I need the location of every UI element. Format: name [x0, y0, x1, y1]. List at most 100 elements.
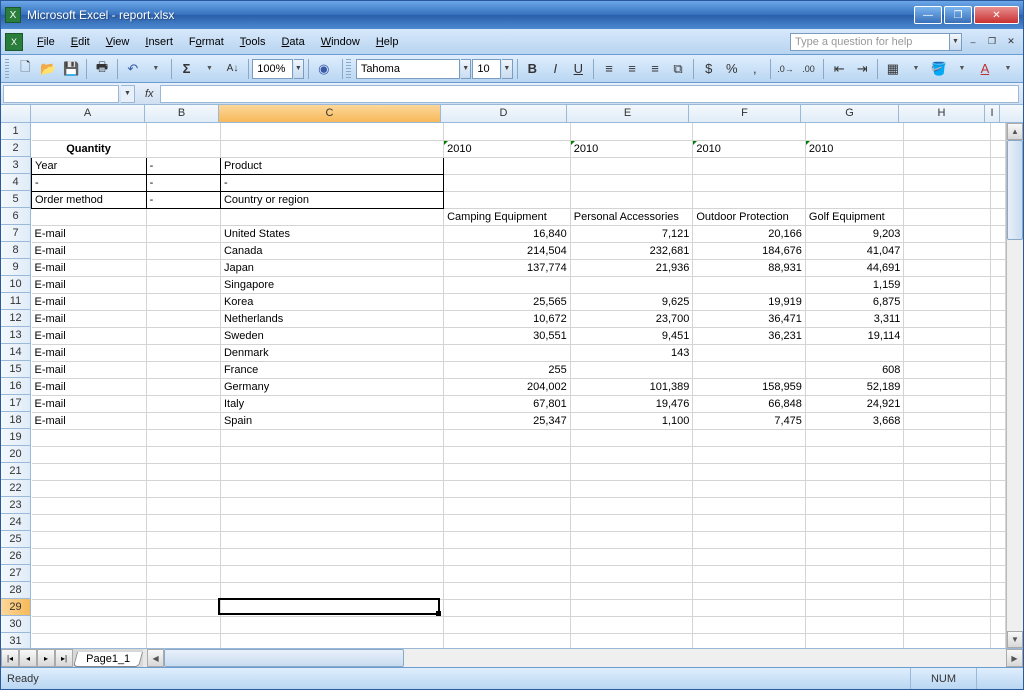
cell-B22[interactable] — [146, 480, 220, 497]
underline-button[interactable]: U — [567, 58, 589, 80]
name-box[interactable] — [3, 85, 119, 103]
row-header-29[interactable]: 29 — [1, 599, 31, 616]
cell-C5[interactable]: Country or region — [220, 191, 443, 208]
row-header-19[interactable]: 19 — [1, 429, 31, 446]
cell-I4[interactable] — [990, 174, 1005, 191]
cell-F21[interactable] — [693, 463, 806, 480]
cell-G24[interactable] — [805, 514, 904, 531]
cell-H4[interactable] — [904, 174, 990, 191]
close-button[interactable]: ✕ — [974, 6, 1019, 24]
cell-F16[interactable]: 158,959 — [693, 378, 806, 395]
cell-A27[interactable] — [32, 565, 147, 582]
undo-dropdown[interactable]: ▼ — [145, 58, 167, 80]
row-header-2[interactable]: 2 — [1, 140, 31, 157]
zoom-dropdown[interactable]: ▼ — [294, 59, 304, 79]
select-all-corner[interactable] — [1, 105, 31, 122]
cell-I28[interactable] — [990, 582, 1005, 599]
cell-I9[interactable] — [990, 259, 1005, 276]
cell-H6[interactable] — [904, 208, 990, 225]
cell-I6[interactable] — [990, 208, 1005, 225]
cell-F6[interactable]: Outdoor Protection — [693, 208, 806, 225]
cell-D11[interactable]: 25,565 — [444, 293, 571, 310]
cell-F18[interactable]: 7,475 — [693, 412, 806, 429]
cell-A14[interactable]: E-mail — [32, 344, 147, 361]
row-header-6[interactable]: 6 — [1, 208, 31, 225]
cell-G4[interactable] — [805, 174, 904, 191]
cell-H29[interactable] — [904, 599, 990, 616]
cell-C31[interactable] — [220, 633, 443, 648]
borders-button[interactable]: ▦ — [882, 58, 904, 80]
cell-G11[interactable]: 6,875 — [805, 293, 904, 310]
cell-A16[interactable]: E-mail — [32, 378, 147, 395]
cell-E1[interactable] — [570, 123, 693, 140]
cell-G5[interactable] — [805, 191, 904, 208]
cell-D8[interactable]: 214,504 — [444, 242, 571, 259]
cell-E23[interactable] — [570, 497, 693, 514]
cell-I10[interactable] — [990, 276, 1005, 293]
cell-E11[interactable]: 9,625 — [570, 293, 693, 310]
cell-G16[interactable]: 52,189 — [805, 378, 904, 395]
row-header-20[interactable]: 20 — [1, 446, 31, 463]
cell-C23[interactable] — [220, 497, 443, 514]
cell-G25[interactable] — [805, 531, 904, 548]
cell-C22[interactable] — [220, 480, 443, 497]
font-dropdown[interactable]: ▼ — [461, 59, 471, 79]
align-right-button[interactable]: ≡ — [644, 58, 666, 80]
cell-I3[interactable] — [990, 157, 1005, 174]
cell-H3[interactable] — [904, 157, 990, 174]
cell-I22[interactable] — [990, 480, 1005, 497]
cell-F28[interactable] — [693, 582, 806, 599]
cell-A11[interactable]: E-mail — [32, 293, 147, 310]
row-header-21[interactable]: 21 — [1, 463, 31, 480]
cell-C10[interactable]: Singapore — [220, 276, 443, 293]
cell-C28[interactable] — [220, 582, 443, 599]
cell-B15[interactable] — [146, 361, 220, 378]
cell-H30[interactable] — [904, 616, 990, 633]
cell-H24[interactable] — [904, 514, 990, 531]
cell-D1[interactable] — [444, 123, 571, 140]
cell-C3[interactable]: Product — [220, 157, 443, 174]
col-header-H[interactable]: H — [899, 105, 985, 122]
cell-A13[interactable]: E-mail — [32, 327, 147, 344]
cell-A10[interactable]: E-mail — [32, 276, 147, 293]
cell-A23[interactable] — [32, 497, 147, 514]
cell-I12[interactable] — [990, 310, 1005, 327]
cell-B3[interactable]: - — [146, 157, 220, 174]
row-header-5[interactable]: 5 — [1, 191, 31, 208]
cell-B1[interactable] — [146, 123, 220, 140]
cell-B17[interactable] — [146, 395, 220, 412]
cell-E6[interactable]: Personal Accessories — [570, 208, 693, 225]
merge-center-button[interactable]: ⧉ — [667, 58, 689, 80]
scroll-right-button[interactable]: ▶ — [1006, 649, 1023, 667]
row-header-28[interactable]: 28 — [1, 582, 31, 599]
cell-D30[interactable] — [444, 616, 571, 633]
cell-A15[interactable]: E-mail — [32, 361, 147, 378]
row-header-22[interactable]: 22 — [1, 480, 31, 497]
cell-D25[interactable] — [444, 531, 571, 548]
percent-button[interactable]: % — [721, 58, 743, 80]
cell-H18[interactable] — [904, 412, 990, 429]
cell-G18[interactable]: 3,668 — [805, 412, 904, 429]
cell-G23[interactable] — [805, 497, 904, 514]
cell-C30[interactable] — [220, 616, 443, 633]
row-header-10[interactable]: 10 — [1, 276, 31, 293]
menu-help[interactable]: Help — [368, 34, 407, 50]
cell-G31[interactable] — [805, 633, 904, 648]
col-header-B[interactable]: B — [145, 105, 219, 122]
scroll-up-button[interactable]: ▲ — [1007, 123, 1023, 140]
cell-H14[interactable] — [904, 344, 990, 361]
cell-A22[interactable] — [32, 480, 147, 497]
cell-E28[interactable] — [570, 582, 693, 599]
col-header-I[interactable]: I — [985, 105, 1000, 122]
cell-E20[interactable] — [570, 446, 693, 463]
cell-I31[interactable] — [990, 633, 1005, 648]
cell-E22[interactable] — [570, 480, 693, 497]
cell-F7[interactable]: 20,166 — [693, 225, 806, 242]
cell-D31[interactable] — [444, 633, 571, 648]
align-center-button[interactable]: ≡ — [621, 58, 643, 80]
print-button[interactable]: 🖶 — [91, 58, 113, 80]
increase-indent-button[interactable]: ⇥ — [851, 58, 873, 80]
cell-C6[interactable] — [220, 208, 443, 225]
cell-G1[interactable] — [805, 123, 904, 140]
cell-D9[interactable]: 137,774 — [444, 259, 571, 276]
